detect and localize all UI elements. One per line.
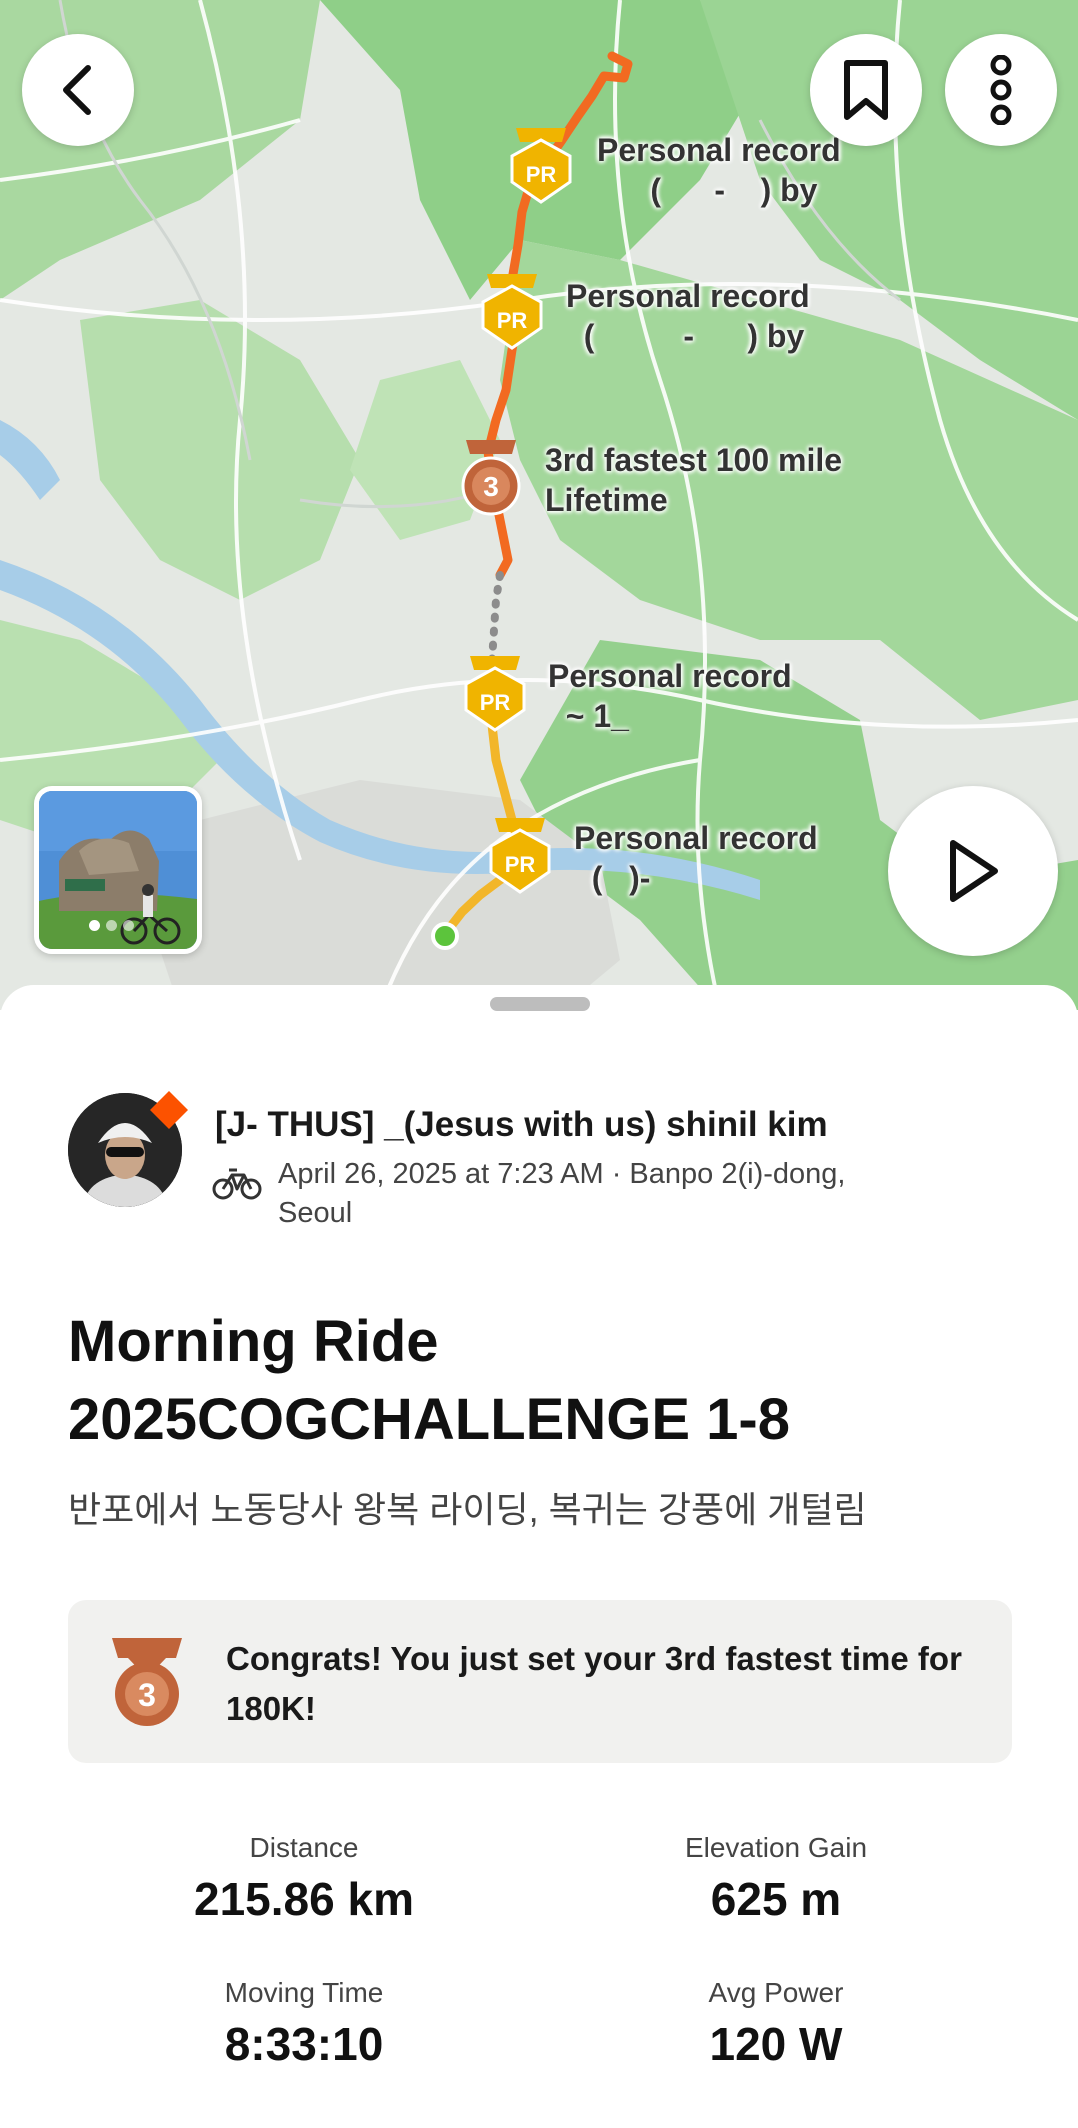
- pr-marker-1[interactable]: PR: [506, 128, 576, 208]
- stat-value: 120 W: [709, 2018, 843, 2070]
- play-flyover-button[interactable]: [888, 786, 1058, 956]
- stat-elevation-gain: Elevation Gain 625 m: [576, 1830, 976, 1928]
- pr-marker-1-text: PR: [526, 162, 557, 187]
- stat-value: 215.86 km: [194, 1873, 414, 1925]
- play-icon: [950, 840, 998, 902]
- map-label-2: Personal record ( - ) by: [566, 278, 810, 354]
- activity-details-sheet: [J- THUS] _(Jesus with us) shinil kim Ap…: [0, 985, 1078, 2128]
- route-map[interactable]: PR Personal record ( - ) by PR Personal …: [0, 0, 1078, 1010]
- stat-moving-time: Moving Time 8:33:10: [104, 1975, 504, 2073]
- subscriber-badge-icon: [150, 1091, 188, 1129]
- rank-marker-3-text: 3: [483, 471, 499, 502]
- more-options-button[interactable]: [945, 34, 1057, 146]
- map-label-5: Personal record ( )-: [574, 820, 818, 896]
- stat-label: Elevation Gain: [684, 1832, 868, 1863]
- stat-avg-power: Avg Power 120 W: [576, 1975, 976, 2073]
- pr-marker-5[interactable]: PR: [485, 818, 555, 898]
- achievement-card[interactable]: 3 Congrats! You just set your 3rd fastes…: [68, 1600, 1012, 1763]
- pr-marker-4[interactable]: PR: [460, 656, 530, 736]
- sheet-drag-handle[interactable]: [490, 997, 590, 1011]
- rank-marker-3[interactable]: 3: [456, 440, 526, 520]
- stat-value: 8:33:10: [224, 2018, 384, 2070]
- bookmark-button[interactable]: [810, 34, 922, 146]
- photo-pager-dots: [89, 920, 134, 931]
- back-button[interactable]: [22, 34, 134, 146]
- pr-marker-2-text: PR: [497, 308, 528, 333]
- more-vertical-icon: [990, 55, 1012, 125]
- pr-marker-5-text: PR: [505, 852, 536, 877]
- stat-distance: Distance 215.86 km: [104, 1830, 504, 1928]
- bronze-medal-icon: 3: [112, 1638, 182, 1726]
- achievement-text: Congrats! You just set your 3rd fastest …: [226, 1640, 962, 1727]
- stat-label: Avg Power: [708, 1977, 844, 2008]
- activity-title: Morning Ride 2025COGCHALLENGE 1-8: [68, 1309, 790, 1452]
- activity-description: 반포에서 노동당사 왕복 라이딩, 복귀는 강풍에 개털림: [68, 1489, 867, 1530]
- medal-rank: 3: [138, 1677, 156, 1713]
- activity-date-location: April 26, 2025 at 7:23 AM · Banpo 2(i)-d…: [278, 1158, 846, 1229]
- chevron-left-icon: [63, 65, 91, 115]
- stat-value: 625 m: [710, 1873, 842, 1925]
- pr-marker-2[interactable]: PR: [477, 274, 547, 354]
- pr-marker-4-text: PR: [480, 690, 511, 715]
- bookmark-icon: [844, 60, 888, 120]
- map-label-4: Personal record ~ 1_: [548, 658, 792, 734]
- athlete-avatar[interactable]: [68, 1091, 188, 1207]
- map-label-3: 3rd fastest 100 mile Lifetime: [545, 442, 843, 518]
- athlete-name[interactable]: [J- THUS] _(Jesus with us) shinil kim: [215, 1105, 828, 1145]
- bicycle-icon: [212, 1168, 262, 1200]
- map-label-1: Personal record ( - ) by: [597, 132, 841, 208]
- stat-label: Distance: [249, 1832, 359, 1863]
- stat-label: Moving Time: [224, 1977, 384, 2008]
- photo-thumbnail[interactable]: [34, 786, 202, 954]
